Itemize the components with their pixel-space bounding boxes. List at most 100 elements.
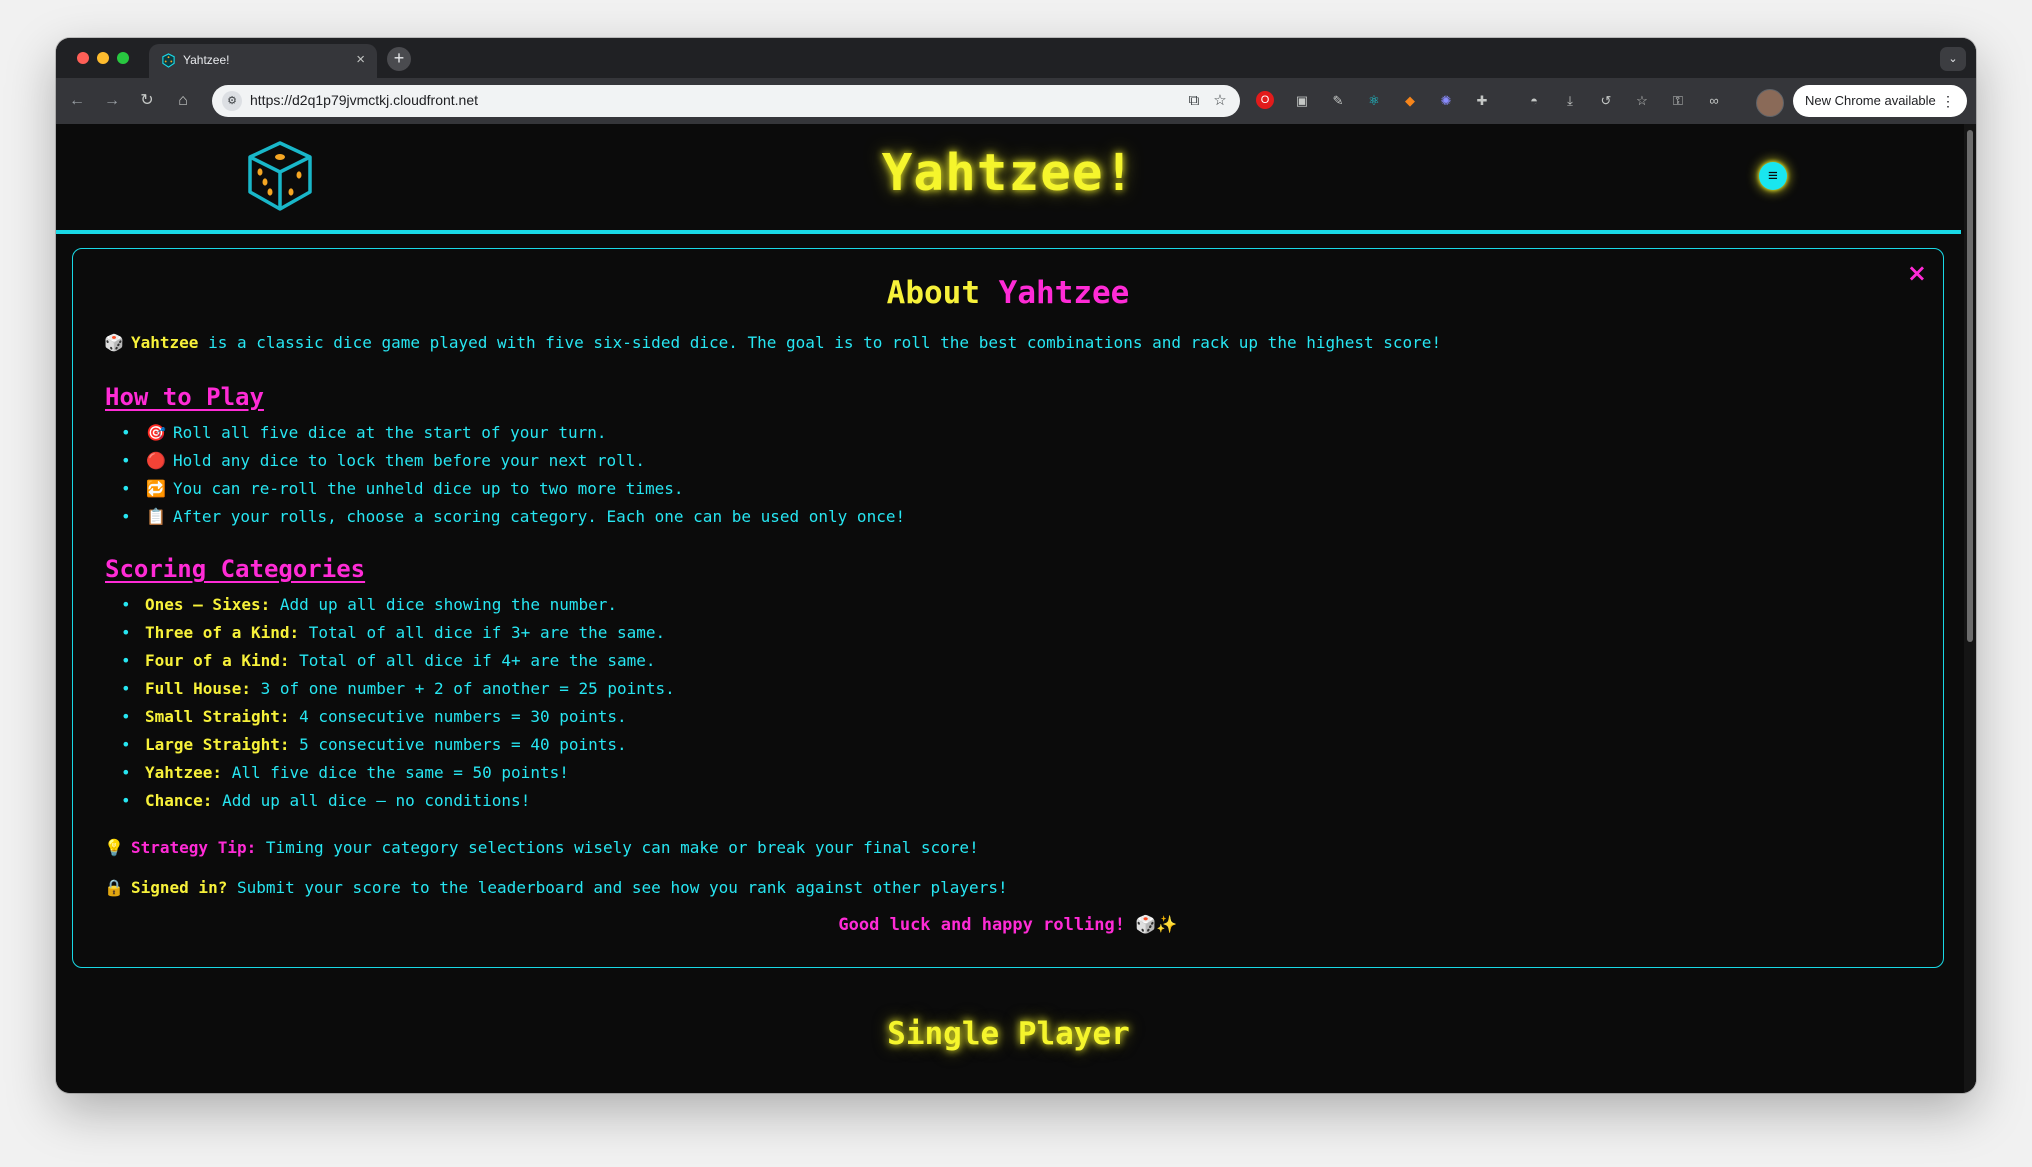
category-label: Chance: <box>145 791 213 810</box>
list-item: 🎯 Roll all five dice at the start of your… <box>121 419 905 447</box>
red-circle-icon: 🔴 <box>146 451 166 470</box>
address-bar[interactable]: ⚙ https://d2q1p79jvmctkj.cloudfront.net … <box>212 85 1240 117</box>
single-player-heading: Single Player <box>887 1016 1130 1052</box>
home-button[interactable]: ⌂ <box>172 90 194 112</box>
pen-extension-icon[interactable]: ✎ <box>1328 91 1348 111</box>
intro-bold: Yahtzee <box>131 333 199 352</box>
category-label: Small Straight: <box>145 707 290 726</box>
about-title: About Yahtzee <box>73 275 1943 311</box>
new-tab-button[interactable]: + <box>387 47 411 71</box>
good-luck-message: Good luck and happy rolling! 🎲✨ <box>838 915 1178 935</box>
extensions-puzzle-icon[interactable]: ✚ <box>1472 91 1492 111</box>
list-item: Ones – Sixes: Add up all dice showing th… <box>121 591 675 619</box>
strategy-tip-label: Strategy Tip: <box>131 838 257 857</box>
strategy-tip: 💡 Strategy Tip: Timing your category sele… <box>103 838 979 857</box>
category-label: Three of a Kind: <box>145 623 300 642</box>
intro-paragraph: 🎲 Yahtzee is a classic dice game played w… <box>103 333 1441 352</box>
tab-search-button[interactable]: ⌄ <box>1940 47 1966 71</box>
site-title: Yahtzee! <box>881 144 1136 203</box>
signed-in-note: 🔒 Signed in? Submit your score to the lea… <box>103 878 1008 897</box>
repeat-icon: 🔁 <box>146 479 166 498</box>
list-item: Four of a Kind: Total of all dice if 4+ … <box>121 647 675 675</box>
how-to-play-heading: How to Play <box>105 383 264 411</box>
browser-window: Yahtzee! × + ⌄ ← → ↻ ⌂ ⚙ https://d2q1p79… <box>56 38 1976 1093</box>
tab-strip: Yahtzee! × + ⌄ <box>56 38 1976 78</box>
category-label: Four of a Kind: <box>145 651 290 670</box>
hamburger-menu-button[interactable]: ≡ <box>1759 162 1787 190</box>
category-label: Yahtzee: <box>145 763 223 782</box>
list-item: 📋 After your rolls, choose a scoring cate… <box>121 503 906 531</box>
lock-icon: 🔒 <box>104 878 124 897</box>
about-yahtzee-panel: × About Yahtzee 🎲 Yahtzee is a classic di… <box>72 248 1944 968</box>
category-text: All five dice the same = 50 points! <box>222 763 569 782</box>
list-item: Large Straight: 5 consecutive numbers = … <box>121 731 675 759</box>
category-text: Add up all dice showing the number. <box>270 595 618 614</box>
close-window-button[interactable] <box>77 52 89 64</box>
page-viewport: Yahtzee! ≡ × About Yahtzee 🎲 Yahtzee is a… <box>56 124 1976 1093</box>
category-label: Full House: <box>145 679 251 698</box>
tab-close-icon[interactable]: × <box>356 51 365 68</box>
page-scrollbar[interactable] <box>1964 124 1976 1093</box>
settings-extension-icon[interactable]: ✺ <box>1436 91 1456 111</box>
url-text[interactable]: https://d2q1p79jvmctkj.cloudfront.net <box>250 92 478 108</box>
tab-title: Yahtzee! <box>183 53 230 67</box>
metamask-fox-icon[interactable]: ◆ <box>1400 91 1420 111</box>
reload-button[interactable]: ↻ <box>136 90 158 112</box>
browser-toolbar: ← → ↻ ⌂ ⚙ https://d2q1p79jvmctkj.cloudfr… <box>56 78 1976 124</box>
site-header: Yahtzee! ≡ <box>56 124 1961 234</box>
incognito-icon[interactable]: ◓ <box>1524 91 1544 111</box>
history-icon[interactable]: ↺ <box>1596 91 1616 111</box>
clipboard-icon: 📋 <box>146 507 166 526</box>
maximize-window-button[interactable] <box>117 52 129 64</box>
category-text: Total of all dice if 3+ are the same. <box>299 623 666 642</box>
react-devtools-icon[interactable]: ⚛ <box>1364 91 1384 111</box>
password-key-icon[interactable]: ⚿ <box>1668 91 1688 111</box>
scoring-categories-heading: Scoring Categories <box>105 555 366 583</box>
list-item: Three of a Kind: Total of all dice if 3+… <box>121 619 675 647</box>
scrollbar-thumb[interactable] <box>1967 130 1973 642</box>
category-text: 4 consecutive numbers = 30 points. <box>289 707 627 726</box>
chrome-update-label: New Chrome available <box>1805 93 1936 108</box>
opera-extension-icon[interactable]: O <box>1256 91 1274 109</box>
category-text: Total of all dice if 4+ are the same. <box>289 651 656 670</box>
list-item: Chance: Add up all dice – no conditions! <box>121 787 675 815</box>
intro-text: is a classic dice game played with five … <box>198 333 1442 352</box>
target-icon: 🎯 <box>146 423 166 442</box>
scoring-categories-list: Ones – Sixes: Add up all dice showing th… <box>105 591 675 815</box>
list-item: 🔴 Hold any dice to lock them before your … <box>121 447 905 475</box>
back-button[interactable]: ← <box>66 90 88 112</box>
lightbulb-icon: 💡 <box>104 838 124 857</box>
list-item: Small Straight: 4 consecutive numbers = … <box>121 703 675 731</box>
category-text: Add up all dice – no conditions! <box>212 791 531 810</box>
site-info-icon[interactable]: ⚙ <box>222 91 242 111</box>
bookmarks-icon[interactable]: ☆ <box>1632 91 1652 111</box>
download-icon[interactable]: ⤓ <box>1560 91 1580 111</box>
list-item-text: After your rolls, choose a scoring categ… <box>173 507 906 526</box>
dice-favicon-icon <box>162 53 175 68</box>
list-item-text: Hold any dice to lock them before your n… <box>173 451 646 470</box>
chrome-update-button[interactable]: New Chrome available ⋮ <box>1793 85 1967 117</box>
more-menu-icon[interactable]: ⋮ <box>1941 85 1955 117</box>
link-icon[interactable]: ∞ <box>1704 91 1724 111</box>
extension-square-icon[interactable]: ▣ <box>1292 91 1312 111</box>
dice-emoji-icon: 🎲 <box>104 333 124 352</box>
forward-button[interactable]: → <box>101 90 123 112</box>
category-text: 5 consecutive numbers = 40 points. <box>289 735 627 754</box>
tab-yahtzee[interactable]: Yahtzee! × <box>149 44 377 78</box>
category-label: Large Straight: <box>145 735 290 754</box>
list-item: 🔁 You can re-roll the unheld dice up to t… <box>121 475 905 503</box>
bookmark-star-icon[interactable]: ☆ <box>1210 91 1230 111</box>
list-item: Full House: 3 of one number + 2 of anoth… <box>121 675 675 703</box>
about-title-word: About <box>886 275 980 311</box>
category-label: Ones – Sixes: <box>145 595 271 614</box>
list-item-text: Roll all five dice at the start of your … <box>173 423 607 442</box>
signed-in-label: Signed in? <box>131 878 228 897</box>
minimize-window-button[interactable] <box>97 52 109 64</box>
strategy-tip-text: Timing your category selections wisely c… <box>256 838 979 857</box>
profile-avatar[interactable] <box>1756 89 1784 117</box>
list-item-text: You can re-roll the unheld dice up to tw… <box>173 479 684 498</box>
about-title-game: Yahtzee <box>998 275 1130 311</box>
signed-in-text: Submit your score to the leaderboard and… <box>227 878 1008 897</box>
list-item: Yahtzee: All five dice the same = 50 poi… <box>121 759 675 787</box>
install-app-icon[interactable]: ⧉ <box>1184 91 1204 111</box>
